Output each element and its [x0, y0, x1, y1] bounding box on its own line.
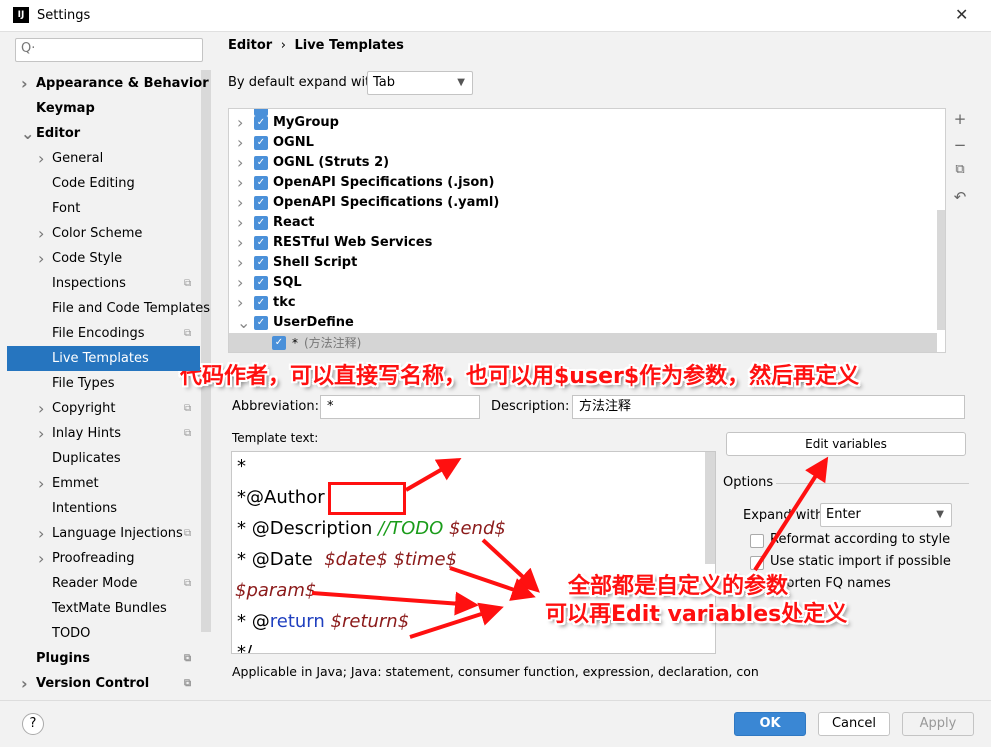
sidebar-item-label: File Types — [52, 376, 115, 391]
sidebar-item-label: Inspections — [52, 276, 126, 291]
sidebar-item-general[interactable]: › General — [0, 146, 200, 171]
sidebar-item-label: File and Code Templates — [52, 301, 210, 316]
project-settings-icon: ⧉ — [184, 578, 192, 589]
arrow-return — [409, 602, 504, 639]
sidebar-item-duplicates[interactable]: Duplicates — [0, 446, 200, 471]
arrow-edit-variables — [753, 456, 829, 572]
chevron-right-icon[interactable]: › — [38, 221, 44, 246]
chevron-down-icon[interactable]: ⌄ — [21, 121, 34, 146]
sidebar-item-copyright[interactable]: › Copyright ⧉ — [0, 396, 200, 421]
sidebar-item-file-and-code-templates[interactable]: File and Code Templates — [0, 296, 210, 321]
sidebar-item-label: Inlay Hints — [52, 426, 121, 441]
sidebar-item-label: Copyright — [52, 401, 116, 416]
sidebar-item-label: TODO — [52, 626, 91, 641]
chevron-right-icon[interactable]: › — [38, 471, 44, 496]
sidebar-item-code-editing[interactable]: Code Editing — [0, 171, 200, 196]
chevron-right-icon[interactable]: › — [38, 146, 44, 171]
project-settings-icon: ⧉ — [184, 278, 192, 289]
sidebar-item-label: Color Scheme — [52, 226, 143, 241]
sidebar-item-proofreading[interactable]: › Proofreading — [0, 546, 200, 571]
chevron-right-icon[interactable]: › — [21, 671, 28, 696]
chevron-right-icon[interactable]: › — [21, 71, 28, 96]
sidebar-item-label: Emmet — [52, 476, 99, 491]
sidebar-item-label: TextMate Bundles — [52, 601, 167, 616]
project-settings-icon: ⧉ — [184, 328, 192, 339]
sidebar-item-reader-mode[interactable]: Reader Mode ⧉ — [0, 571, 200, 596]
sidebar-item-label: Version Control — [36, 676, 150, 691]
sidebar-item-language-injections[interactable]: › Language Injections ⧉ — [0, 521, 200, 546]
sidebar-item-label: Intentions — [52, 501, 118, 516]
sidebar-item-label: Font — [52, 201, 81, 216]
sidebar-item-label: Reader Mode — [52, 576, 138, 591]
chevron-right-icon[interactable]: › — [38, 246, 44, 271]
sidebar-item-label: File Encodings — [52, 326, 145, 341]
sidebar-item-keymap[interactable]: Keymap — [0, 96, 200, 121]
sidebar-item-inlay-hints[interactable]: › Inlay Hints ⧉ — [0, 421, 200, 446]
sidebar-item-todo[interactable]: TODO — [0, 621, 200, 646]
sidebar-item-label: Live Templates — [52, 351, 149, 366]
sidebar-item-label: Duplicates — [52, 451, 121, 466]
project-settings-icon: ⧉ — [184, 428, 192, 439]
arrow-author — [405, 458, 462, 492]
sidebar-item-file-encodings[interactable]: File Encodings ⧉ — [0, 321, 200, 346]
sidebar-item-label: Proofreading — [52, 551, 135, 566]
sidebar-item-code-style[interactable]: › Code Style — [0, 246, 200, 271]
sidebar-item-inspections[interactable]: Inspections ⧉ — [0, 271, 200, 296]
sidebar-item-font[interactable]: Font — [0, 196, 200, 221]
sidebar-item-label: Code Editing — [52, 176, 135, 191]
arrow-param — [311, 591, 479, 616]
project-settings-icon: ⧉ — [184, 678, 192, 689]
sidebar-item-color-scheme[interactable]: › Color Scheme — [0, 221, 200, 246]
sidebar-item-label: Plugins — [36, 651, 90, 666]
annotation-author: 代码作者，可以直接写名称，也可以用$user$作为参数，然后再定义 — [180, 364, 860, 389]
sidebar-item-file-types[interactable]: File Types — [0, 371, 200, 396]
sidebar-item-live-templates[interactable]: Live Templates — [7, 346, 200, 371]
sidebar-item-label: Code Style — [52, 251, 123, 266]
sidebar-item-plugins[interactable]: Plugins ⧉ — [0, 646, 200, 671]
sidebar-item-appearance-behavior[interactable]: › Appearance & Behavior — [0, 71, 209, 96]
chevron-right-icon[interactable]: › — [38, 546, 44, 571]
project-settings-icon: ⧉ — [184, 528, 192, 539]
annotation-params-2: 可以再Edit variables处定义 — [545, 602, 848, 627]
chevron-right-icon[interactable]: › — [38, 521, 44, 546]
sidebar-item-label: General — [52, 151, 104, 166]
sidebar-item-label: Language Injections — [52, 526, 183, 541]
sidebar-item-intentions[interactable]: Intentions — [0, 496, 200, 521]
sidebar-item-label: Appearance & Behavior — [36, 76, 209, 91]
sidebar-item-label: Editor — [36, 126, 81, 141]
sidebar-item-editor[interactable]: ⌄ Editor — [0, 121, 200, 146]
sidebar-item-label: Keymap — [36, 101, 95, 116]
project-settings-icon: ⧉ — [184, 403, 192, 414]
chevron-right-icon[interactable]: › — [38, 421, 44, 446]
sidebar-item-textmate-bundles[interactable]: TextMate Bundles — [0, 596, 200, 621]
sidebar-item-emmet[interactable]: › Emmet — [0, 471, 200, 496]
sidebar-item-version-control[interactable]: › Version Control ⧉ — [0, 671, 200, 696]
chevron-right-icon[interactable]: › — [38, 396, 44, 421]
project-settings-icon: ⧉ — [184, 653, 192, 664]
